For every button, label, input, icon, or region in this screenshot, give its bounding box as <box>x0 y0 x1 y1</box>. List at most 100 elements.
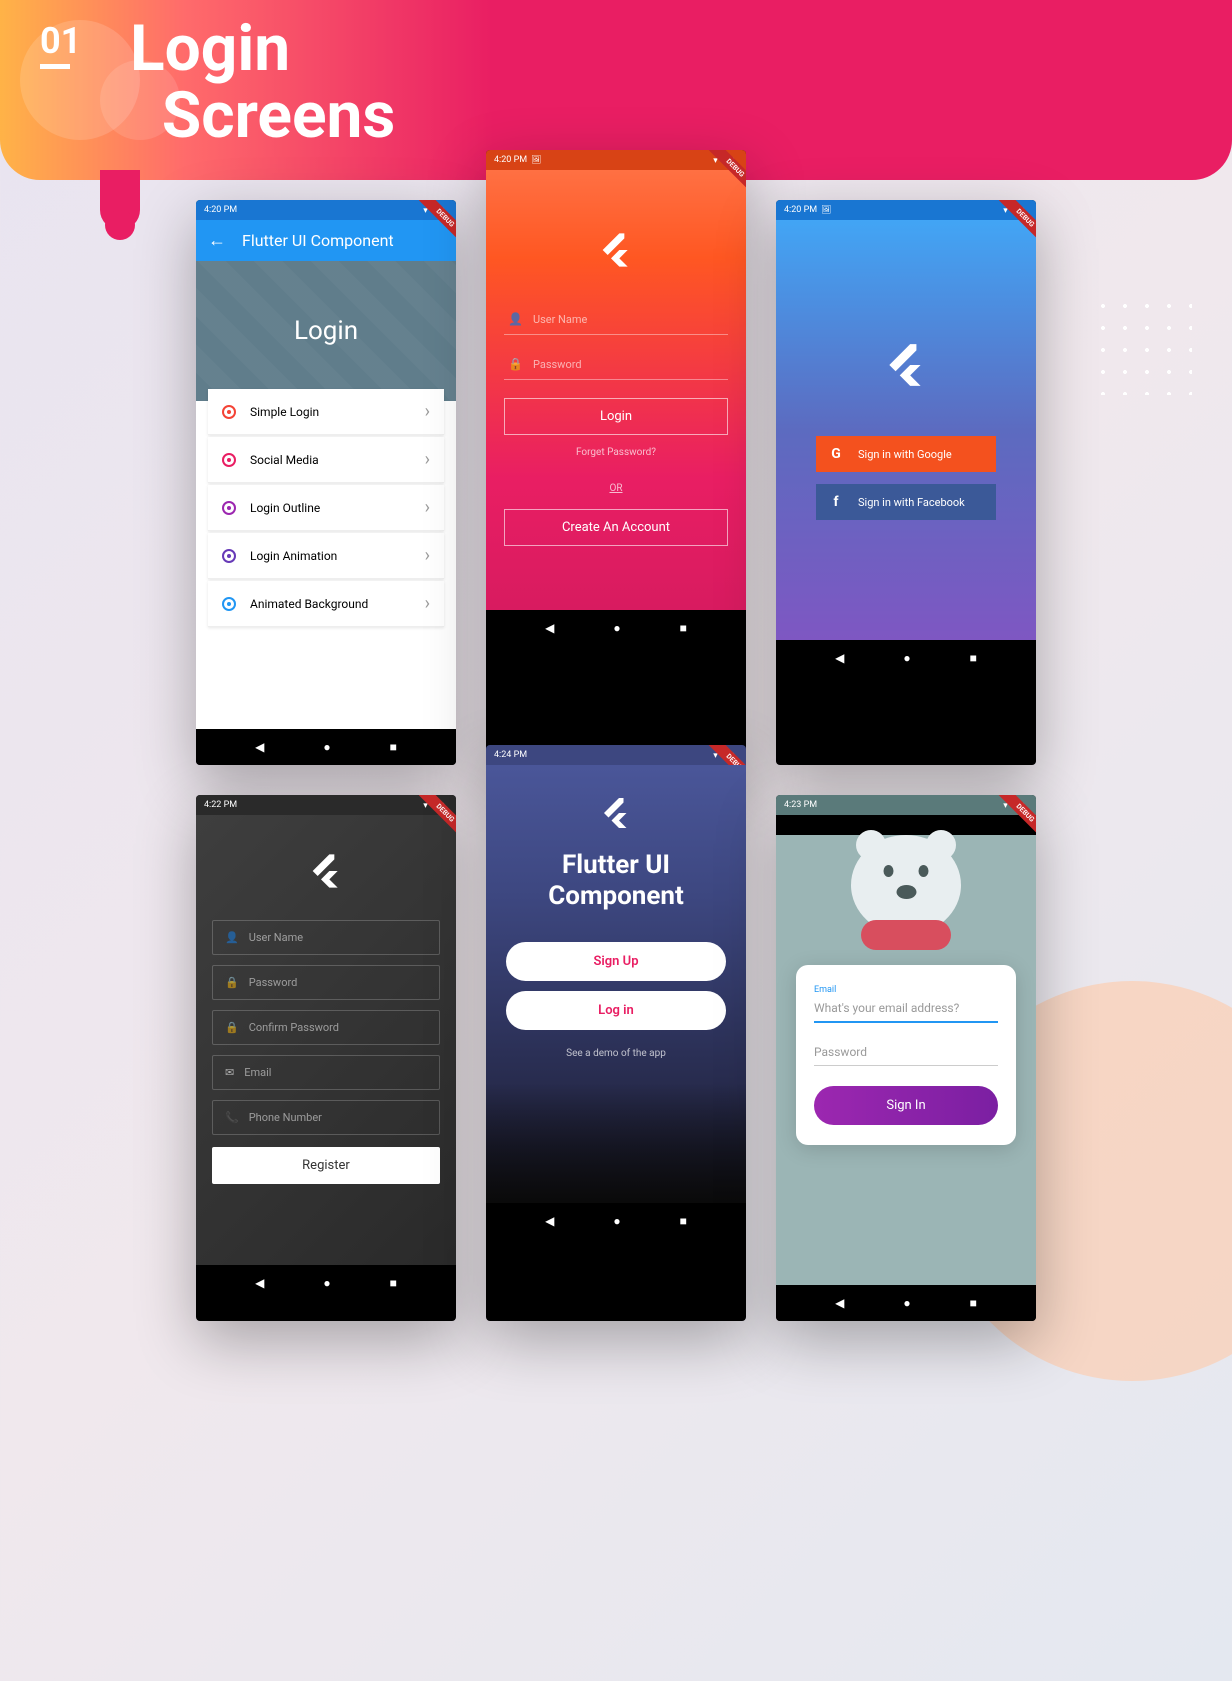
nav-recent-icon[interactable]: ■ <box>970 1296 977 1310</box>
email-field[interactable]: ✉ Email <box>212 1055 440 1090</box>
nav-back-icon[interactable]: ◀ <box>255 1276 264 1290</box>
bear-head <box>851 835 961 935</box>
nav-recent-icon[interactable]: ■ <box>390 740 397 754</box>
google-icon: G <box>828 446 844 462</box>
field-label: User Name <box>249 931 303 944</box>
status-bar: 4:20 PM ▾ ◆ ▲ <box>486 150 746 170</box>
nav-recent-icon[interactable]: ■ <box>680 621 687 635</box>
nav-home-icon[interactable]: ● <box>613 1214 620 1228</box>
nav-bar: ◀ ● ■ <box>486 1203 746 1239</box>
field-label: Password <box>533 358 582 371</box>
field-label: Password <box>249 976 298 989</box>
list-item[interactable]: Simple Login <box>208 389 444 435</box>
bear-eyes <box>884 865 929 877</box>
chevron-right-icon <box>425 449 430 470</box>
nav-bar: ◀ ● ■ <box>196 1265 456 1301</box>
back-icon[interactable] <box>208 230 226 251</box>
bullet-icon <box>222 405 236 419</box>
status-time: 4:20 PM <box>204 205 237 215</box>
decoration-mountains <box>486 1083 746 1203</box>
create-account-button[interactable]: Create An Account <box>504 509 728 546</box>
phone-grid: 4:20 PM ▾ ◆ ▲ DEBUG Flutter UI Component… <box>0 200 1232 1321</box>
nav-home-icon[interactable]: ● <box>323 1276 330 1290</box>
nav-home-icon[interactable]: ● <box>613 621 620 635</box>
app-bar: Flutter UI Component <box>196 220 456 261</box>
phone-field[interactable]: 📞 Phone Number <box>212 1100 440 1135</box>
facebook-signin-button[interactable]: f Sign in with Facebook <box>816 484 996 520</box>
phone-gradient-login: 4:20 PM ▾ ◆ ▲ DEBUG 👤 User Name 🔒 Passwo… <box>486 150 746 765</box>
bear-nose <box>896 885 916 899</box>
nav-recent-icon[interactable]: ■ <box>680 1214 687 1228</box>
person-icon: 👤 <box>225 931 239 944</box>
signup-button[interactable]: Sign Up <box>506 942 726 981</box>
lock-icon: 🔒 <box>508 357 523 371</box>
status-time: 4:20 PM <box>494 155 541 165</box>
demo-link[interactable]: See a demo of the app <box>506 1048 726 1059</box>
chevron-right-icon <box>425 545 430 566</box>
list-item-label: Login Animation <box>250 549 337 563</box>
password-field[interactable]: 🔒 Password <box>212 965 440 1000</box>
list-item[interactable]: Social Media <box>208 437 444 483</box>
status-bar: 4:20 PM ▾ ◆ ▲ <box>196 200 456 220</box>
page-title: Login Screens <box>130 15 395 149</box>
phone-login-list: 4:20 PM ▾ ◆ ▲ DEBUG Flutter UI Component… <box>196 200 456 765</box>
chevron-right-icon <box>425 593 430 614</box>
status-bar: 4:22 PM ▾ ◆ ▲ <box>196 795 456 815</box>
username-field[interactable]: 👤 User Name <box>212 920 440 955</box>
nav-back-icon[interactable]: ◀ <box>545 621 554 635</box>
nav-back-icon[interactable]: ◀ <box>255 740 264 754</box>
login-button[interactable]: Log in <box>506 991 726 1030</box>
status-time: 4:23 PM <box>784 800 817 810</box>
welcome-title: Flutter UI Component <box>506 850 726 912</box>
confirm-password-field[interactable]: 🔒 Confirm Password <box>212 1010 440 1045</box>
status-time: 4:24 PM <box>494 750 527 760</box>
bear-ear <box>856 830 886 860</box>
bear-ear <box>926 830 956 860</box>
list-item[interactable]: Animated Background <box>208 581 444 627</box>
signin-button[interactable]: Sign In <box>814 1086 998 1125</box>
list-item-label: Simple Login <box>250 405 319 419</box>
nav-recent-icon[interactable]: ■ <box>970 651 977 665</box>
list-item[interactable]: Login Outline <box>208 485 444 531</box>
hero-title: Login <box>294 316 358 346</box>
field-label: Email <box>244 1066 271 1079</box>
nav-home-icon[interactable]: ● <box>903 1296 910 1310</box>
nav-bar: ◀ ● ■ <box>486 610 746 646</box>
lock-icon: 🔒 <box>225 976 239 989</box>
nav-back-icon[interactable]: ◀ <box>835 651 844 665</box>
login-options-list: Simple Login Social Media Login Outline … <box>208 389 444 627</box>
social-login-screen: G Sign in with Google f Sign in with Fac… <box>776 220 1036 640</box>
list-item-label: Animated Background <box>250 597 368 611</box>
bear-scarf <box>861 920 951 950</box>
password-input[interactable]: Password <box>814 1041 998 1066</box>
nav-back-icon[interactable]: ◀ <box>545 1214 554 1228</box>
bullet-icon <box>222 501 236 515</box>
list-content: Simple Login Social Media Login Outline … <box>196 389 456 729</box>
phone-icon: 📞 <box>225 1111 239 1124</box>
email-input[interactable]: What's your email address? <box>814 997 998 1023</box>
status-time: 4:20 PM <box>784 205 831 215</box>
nav-back-icon[interactable]: ◀ <box>835 1296 844 1310</box>
username-field[interactable]: 👤 User Name <box>504 304 728 335</box>
facebook-icon: f <box>828 494 844 510</box>
lock-icon: 🔒 <box>225 1021 239 1034</box>
nav-home-icon[interactable]: ● <box>323 740 330 754</box>
login-button[interactable]: Login <box>504 398 728 435</box>
status-bar: 4:23 PM ▾ ◆ ▲ <box>776 795 1036 815</box>
list-item[interactable]: Login Animation <box>208 533 444 579</box>
google-signin-button[interactable]: G Sign in with Google <box>816 436 996 472</box>
nav-recent-icon[interactable]: ■ <box>390 1276 397 1290</box>
nav-home-icon[interactable]: ● <box>903 651 910 665</box>
field-label: Confirm Password <box>249 1021 339 1034</box>
phone-bear-signin: 4:23 PM ▾ ◆ ▲ DEBUG <box>776 795 1036 1321</box>
mail-icon: ✉ <box>225 1066 234 1079</box>
register-screen: 👤 User Name 🔒 Password 🔒 Confirm Passwor… <box>196 815 456 1265</box>
title-line-1: Flutter UI <box>562 850 670 880</box>
nav-bar: ◀ ● ■ <box>776 1285 1036 1321</box>
chevron-right-icon <box>425 497 430 518</box>
password-field[interactable]: 🔒 Password <box>504 349 728 380</box>
bear-avatar <box>836 835 976 965</box>
status-bar: 4:20 PM ▾ ◆ ▲ <box>776 200 1036 220</box>
register-button[interactable]: Register <box>212 1147 440 1184</box>
forgot-password-link[interactable]: Forget Password? <box>504 447 728 458</box>
